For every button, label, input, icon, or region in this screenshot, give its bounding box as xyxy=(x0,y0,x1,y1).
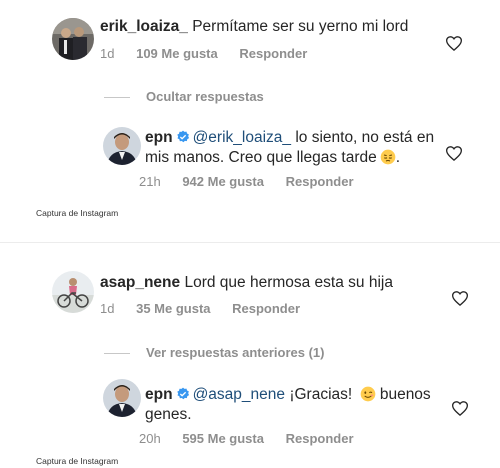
comment-thread-1: erik_loaiza_ Permítame ser su yerno mi l… xyxy=(0,0,500,210)
heart-icon[interactable] xyxy=(445,146,463,162)
reply-1-mention[interactable]: @erik_loaiza_ xyxy=(193,129,291,146)
comment-1-time: 1d xyxy=(100,46,115,61)
comment-2-time: 1d xyxy=(100,301,115,316)
reply-2-time: 20h xyxy=(139,431,161,446)
hide-replies-label: Ocultar respuestas xyxy=(146,89,264,104)
reply-2-line-2: genes. xyxy=(145,405,192,425)
heart-icon[interactable] xyxy=(445,36,463,52)
comment-2-likes[interactable]: 35 Me gusta xyxy=(136,301,210,316)
caption-1: Captura de Instagram xyxy=(36,208,119,218)
comment-1-line: erik_loaiza_ Permítame ser su yerno mi l… xyxy=(100,17,408,37)
verified-badge-icon xyxy=(176,387,189,400)
comment-2-meta: 1d 35 Me gusta Responder xyxy=(100,301,318,316)
heart-icon[interactable] xyxy=(451,401,469,417)
hide-replies-toggle[interactable]: Ocultar respuestas xyxy=(104,89,264,104)
reply-2-line-1: epn @asap_nene ¡Gracias! buenos xyxy=(145,385,431,405)
caption-2: Captura de Instagram xyxy=(36,456,119,466)
reply-2-username[interactable]: epn xyxy=(145,386,173,403)
reply-1-reply-button[interactable]: Responder xyxy=(286,174,354,189)
view-previous-replies-toggle[interactable]: Ver respuestas anteriores (1) xyxy=(104,345,324,360)
verified-badge-icon xyxy=(176,130,189,143)
reply-1-line-1: epn @erik_loaiza_ lo siento, no está en xyxy=(145,128,434,148)
reply-1-meta: 21h 942 Me gusta Responder xyxy=(139,174,372,189)
comment-2-username[interactable]: asap_nene xyxy=(100,274,180,291)
reply-1-username[interactable]: epn xyxy=(145,129,173,146)
reply-1-likes[interactable]: 942 Me gusta xyxy=(182,174,264,189)
reply-2-meta: 20h 595 Me gusta Responder xyxy=(139,431,372,446)
comment-2-text: Lord que hermosa esta su hija xyxy=(184,274,393,291)
heart-icon[interactable] xyxy=(451,291,469,307)
reply-1-text-1: lo siento, no está en xyxy=(295,129,435,146)
comment-2-reply-button[interactable]: Responder xyxy=(232,301,300,316)
reply-2-likes[interactable]: 595 Me gusta xyxy=(182,431,264,446)
comment-1-reply-button[interactable]: Responder xyxy=(239,46,307,61)
reply-1-time: 21h xyxy=(139,174,161,189)
reply-2-text-1-end: buenos xyxy=(379,386,431,403)
wink-face-emoji xyxy=(360,386,375,402)
reply-2-text-2: genes. xyxy=(145,406,192,423)
reply-2-mention[interactable]: @asap_nene xyxy=(193,386,285,403)
avatar-epn[interactable] xyxy=(103,127,141,165)
reply-2-reply-button[interactable]: Responder xyxy=(286,431,354,446)
reply-1-line-2: mis manos. Creo que llegas tarde. xyxy=(145,148,400,168)
comment-1-username[interactable]: erik_loaiza_ xyxy=(100,18,188,35)
reply-1-text-2: mis manos. Creo que llegas tarde xyxy=(145,149,377,166)
avatar-epn[interactable] xyxy=(103,379,141,417)
avatar-erik-loaiza[interactable] xyxy=(52,18,94,60)
divider-dash xyxy=(104,353,130,355)
divider-dash xyxy=(104,97,130,99)
comment-2-line: asap_nene Lord que hermosa esta su hija xyxy=(100,273,393,293)
view-previous-replies-label: Ver respuestas anteriores (1) xyxy=(146,345,325,360)
reply-1-text-end: . xyxy=(395,149,401,166)
comment-1-likes[interactable]: 109 Me gusta xyxy=(136,46,218,61)
reply-2-text-1: ¡Gracias! xyxy=(289,386,353,403)
avatar-asap-nene[interactable] xyxy=(52,271,94,313)
comment-1-text: Permítame ser su yerno mi lord xyxy=(192,18,409,35)
comment-1-meta: 1d 109 Me gusta Responder xyxy=(100,46,325,61)
comment-thread-2: asap_nene Lord que hermosa esta su hija … xyxy=(0,248,500,454)
section-separator xyxy=(0,242,500,243)
pensive-face-emoji xyxy=(380,149,396,165)
